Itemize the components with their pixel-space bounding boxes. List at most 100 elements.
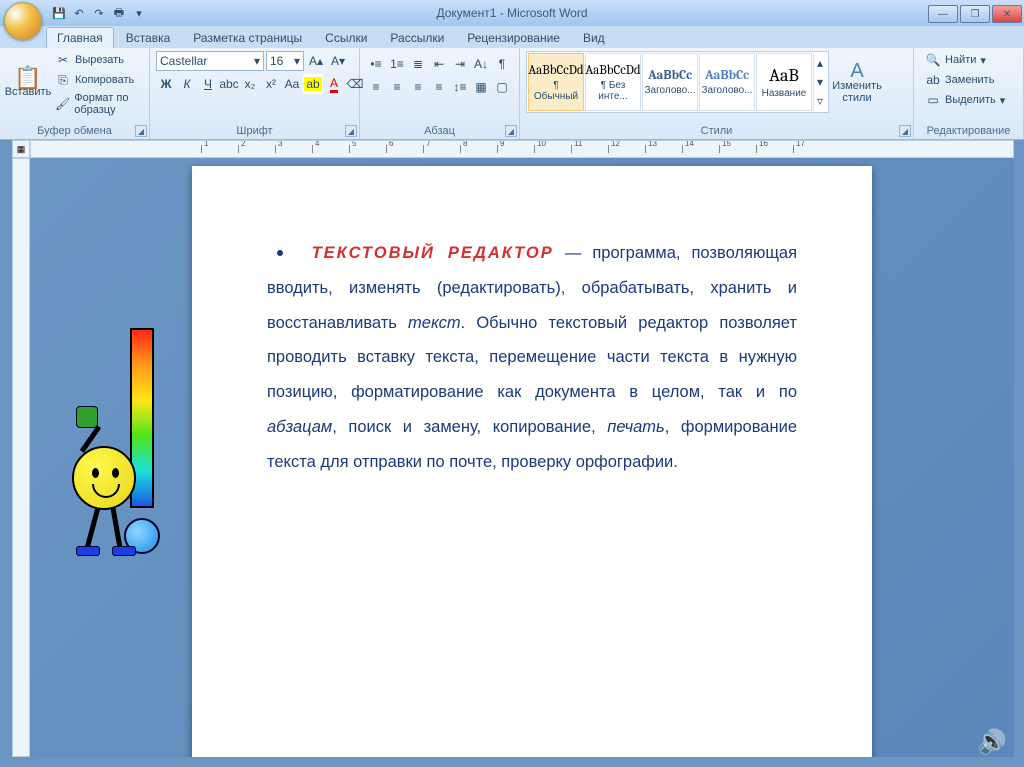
- bold-button[interactable]: Ж: [156, 74, 176, 94]
- multilevel-button[interactable]: ≣: [408, 54, 428, 74]
- select-icon: ▭: [925, 92, 941, 108]
- styles-gallery[interactable]: AaBbCcDd¶ Обычный AaBbCcDd¶ Без инте... …: [526, 51, 829, 113]
- vertical-ruler[interactable]: [12, 158, 30, 757]
- doc-italic3: печать: [607, 418, 664, 436]
- style-title[interactable]: AaBНазвание: [756, 53, 812, 111]
- group-paragraph-label: Абзац: [366, 123, 513, 139]
- shading-button[interactable]: ▦: [471, 77, 491, 97]
- assistant-leg: [85, 508, 100, 548]
- style-no-spacing[interactable]: AaBbCcDd¶ Без инте...: [585, 53, 641, 111]
- group-styles-label: Стили: [526, 123, 907, 139]
- highlight-button[interactable]: ab: [303, 74, 323, 94]
- select-button[interactable]: ▭Выделить▾: [922, 91, 1008, 109]
- tab-view[interactable]: Вид: [572, 27, 616, 48]
- font-launcher-icon[interactable]: ◢: [345, 125, 357, 137]
- style-heading1[interactable]: AaBbCcЗаголово...: [642, 53, 698, 111]
- change-styles-button[interactable]: A Изменить стили: [829, 51, 885, 117]
- gallery-more-icon[interactable]: ▿: [814, 92, 826, 110]
- font-name-combo[interactable]: Castellar▾: [156, 51, 264, 71]
- find-button[interactable]: 🔍Найти▾: [922, 51, 1008, 69]
- speaker-icon[interactable]: 🔊: [979, 729, 1006, 755]
- title-bar: 💾 ↶ ↷ 🖶 ▾ Документ1 - Microsoft Word — ❐…: [0, 0, 1024, 26]
- close-button[interactable]: ✕: [992, 5, 1022, 23]
- document-paragraph[interactable]: ТЕКСТОВЫЙ РЕДАКТОР — программа, позволяю…: [267, 236, 797, 480]
- qat-dropdown-icon[interactable]: ▾: [130, 4, 148, 22]
- copy-icon: ⎘: [55, 72, 71, 88]
- show-marks-button[interactable]: ¶: [492, 54, 512, 74]
- increase-indent-button[interactable]: ⇥: [450, 54, 470, 74]
- style-heading2[interactable]: AaBbCcЗаголово...: [699, 53, 755, 111]
- doc-italic1: текст: [408, 314, 461, 332]
- find-icon: 🔍: [925, 52, 941, 68]
- font-color-button[interactable]: A: [324, 74, 344, 94]
- group-clipboard-label: Буфер обмена: [6, 123, 143, 139]
- undo-icon[interactable]: ↶: [70, 4, 88, 22]
- justify-button[interactable]: ≡: [429, 77, 449, 97]
- borders-button[interactable]: ▢: [492, 77, 512, 97]
- tab-page-layout[interactable]: Разметка страницы: [182, 27, 313, 48]
- bullets-button[interactable]: •≡: [366, 54, 386, 74]
- shrink-font-icon[interactable]: A▾: [328, 51, 348, 71]
- page-viewport[interactable]: ТЕКСТОВЫЙ РЕДАКТОР — программа, позволяю…: [30, 158, 1014, 757]
- gallery-up-icon[interactable]: ▴: [814, 54, 826, 72]
- assistant-foot: [76, 546, 100, 556]
- gallery-down-icon[interactable]: ▾: [814, 73, 826, 91]
- grow-font-icon[interactable]: A▴: [306, 51, 326, 71]
- tab-review[interactable]: Рецензирование: [456, 27, 571, 48]
- quick-access-toolbar: 💾 ↶ ↷ 🖶 ▾: [50, 4, 148, 22]
- group-clipboard: 📋 Вставить ✂Вырезать ⎘Копировать 🖌Формат…: [0, 48, 150, 139]
- paste-icon: 📋: [20, 70, 36, 86]
- align-center-button[interactable]: ≡: [387, 77, 407, 97]
- copy-button[interactable]: ⎘Копировать: [52, 71, 143, 89]
- redo-icon[interactable]: ↷: [90, 4, 108, 22]
- minimize-button[interactable]: —: [928, 5, 958, 23]
- scissors-icon: ✂: [55, 52, 71, 68]
- styles-launcher-icon[interactable]: ◢: [899, 125, 911, 137]
- tab-home[interactable]: Главная: [46, 27, 114, 48]
- italic-button[interactable]: К: [177, 74, 197, 94]
- save-icon[interactable]: 💾: [50, 4, 68, 22]
- align-right-button[interactable]: ≡: [408, 77, 428, 97]
- ribbon-tabs: Главная Вставка Разметка страницы Ссылки…: [0, 26, 1024, 48]
- brush-icon: 🖌: [55, 96, 70, 112]
- smiley-face-icon: [72, 446, 136, 510]
- maximize-button[interactable]: ❐: [960, 5, 990, 23]
- underline-button[interactable]: Ч: [198, 74, 218, 94]
- change-styles-icon: A: [849, 64, 865, 80]
- group-styles: AaBbCcDd¶ Обычный AaBbCcDd¶ Без инте... …: [520, 48, 914, 139]
- paste-button[interactable]: 📋 Вставить: [6, 51, 50, 117]
- group-editing-label: Редактирование: [920, 123, 1017, 139]
- document-page[interactable]: ТЕКСТОВЫЙ РЕДАКТОР — программа, позволяю…: [192, 166, 872, 757]
- decrease-indent-button[interactable]: ⇤: [429, 54, 449, 74]
- sort-button[interactable]: A↓: [471, 54, 491, 74]
- horizontal-ruler[interactable]: 1 2 3 4 5 6 7 8 9 10 11 12 13 14 15 16 1…: [30, 140, 1014, 158]
- align-left-button[interactable]: ≡: [366, 77, 386, 97]
- clipboard-launcher-icon[interactable]: ◢: [135, 125, 147, 137]
- group-font: Castellar▾ 16▾ A▴ A▾ Ж К Ч abc x₂ x² Aa …: [150, 48, 360, 139]
- assistant-leg: [111, 508, 123, 548]
- assistant-hand: [76, 406, 98, 428]
- tab-mailings[interactable]: Рассылки: [379, 27, 455, 48]
- ribbon: 📋 Вставить ✂Вырезать ⎘Копировать 🖌Формат…: [0, 48, 1024, 140]
- office-button[interactable]: [4, 2, 42, 40]
- group-paragraph: •≡ 1≡ ≣ ⇤ ⇥ A↓ ¶ ≡ ≡ ≡ ≡ ↕≡ ▦ ▢ Абзац ◢: [360, 48, 520, 139]
- replace-button[interactable]: abЗаменить: [922, 71, 1008, 89]
- font-size-combo[interactable]: 16▾: [266, 51, 304, 71]
- quick-print-icon[interactable]: 🖶: [110, 4, 128, 22]
- ruler-corner[interactable]: ▦: [12, 140, 30, 158]
- replace-icon: ab: [925, 72, 941, 88]
- numbering-button[interactable]: 1≡: [387, 54, 407, 74]
- tab-references[interactable]: Ссылки: [314, 27, 378, 48]
- office-assistant[interactable]: [60, 328, 200, 588]
- change-case-button[interactable]: Aa: [282, 74, 302, 94]
- strike-button[interactable]: abc: [219, 74, 239, 94]
- line-spacing-button[interactable]: ↕≡: [450, 77, 470, 97]
- style-normal[interactable]: AaBbCcDd¶ Обычный: [528, 53, 584, 111]
- paragraph-launcher-icon[interactable]: ◢: [505, 125, 517, 137]
- cut-button[interactable]: ✂Вырезать: [52, 51, 143, 69]
- tab-insert[interactable]: Вставка: [115, 27, 182, 48]
- subscript-button[interactable]: x₂: [240, 74, 260, 94]
- superscript-button[interactable]: x²: [261, 74, 281, 94]
- format-painter-button[interactable]: 🖌Формат по образцу: [52, 91, 143, 117]
- doc-italic2: абзацам: [267, 418, 332, 436]
